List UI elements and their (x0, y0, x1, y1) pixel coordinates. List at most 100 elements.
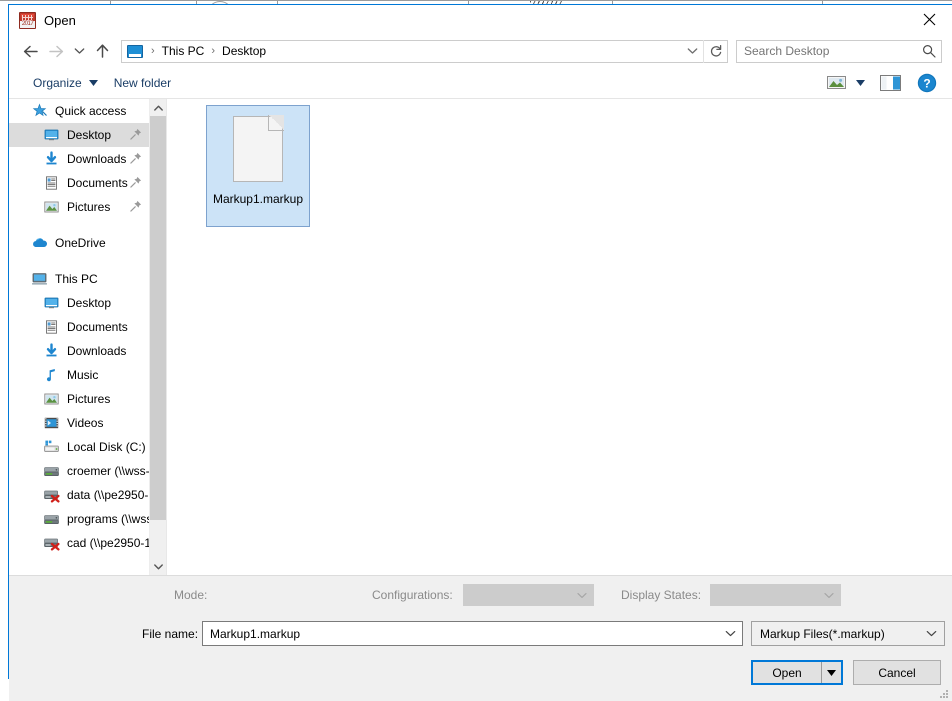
sidebar-item-cad-pe2950-1[interactable]: cad (\\pe2950-1) (9, 531, 150, 555)
title-bar: 2017 Open (9, 5, 952, 35)
downloads-icon (43, 151, 60, 167)
sidebar-item-label: Downloads (67, 344, 127, 358)
sidebar-item-documents[interactable]: Documents (9, 171, 150, 195)
sidebar-item-label: programs (\\wss (67, 512, 150, 526)
chevron-down-icon (725, 631, 735, 637)
help-button[interactable]: ? (910, 71, 944, 95)
sidebar-item-pictures[interactable]: Pictures (9, 387, 150, 411)
resize-grip-icon[interactable] (937, 687, 949, 699)
this-pc-icon (31, 271, 48, 287)
view-options-button[interactable] (822, 71, 850, 95)
open-button-label[interactable]: Open (753, 662, 821, 683)
scrollbar-thumb[interactable] (150, 116, 166, 520)
solidworks-2017-icon: 2017 (19, 11, 36, 29)
new-folder-button[interactable]: New folder (106, 72, 179, 94)
sidebar-item-downloads[interactable]: Downloads (9, 147, 150, 171)
search-input[interactable] (737, 43, 917, 59)
svg-text:?: ? (923, 76, 930, 90)
preview-pane-button[interactable] (870, 71, 910, 95)
sidebar-item-desktop[interactable]: Desktop (9, 291, 150, 315)
downloads-icon (46, 343, 57, 357)
sidebar-item-data-pe2950-1[interactable]: data (\\pe2950-1 (9, 483, 150, 507)
pin-icon[interactable] (130, 152, 142, 168)
breadcrumb-separator: › (211, 45, 216, 57)
back-button[interactable] (17, 38, 43, 64)
forward-button[interactable] (43, 38, 69, 64)
scroll-down-button[interactable] (150, 558, 166, 575)
pictures-icon (44, 201, 59, 213)
sidebar-item-label: Downloads (67, 152, 127, 166)
view-layout-icon (826, 76, 846, 89)
search-box[interactable] (736, 39, 942, 63)
documents-icon (46, 320, 57, 334)
search-button[interactable] (917, 44, 941, 58)
address-dropdown-button[interactable] (681, 41, 703, 62)
chevron-up-icon (153, 105, 163, 111)
desktop-icon (44, 129, 59, 141)
sidebar-item-this-pc[interactable]: This PC (9, 267, 150, 291)
navigation-pane: Quick access Desktop Downloads Documents Pic… (9, 99, 167, 575)
sidebar-item-label: Quick access (55, 104, 127, 118)
recent-locations-button[interactable] (69, 38, 89, 64)
pin-icon[interactable] (130, 128, 142, 144)
display-states-combo (710, 584, 841, 606)
filename-field[interactable] (202, 621, 743, 646)
breadcrumb-separator: › (151, 45, 155, 57)
sidebar-item-programs-wss[interactable]: programs (\\wss (9, 507, 150, 531)
network-drive-disconnected-icon (43, 487, 60, 503)
sidebar-item-croemer-wss[interactable]: croemer (\\wss- (9, 459, 150, 483)
star-pin-icon (32, 103, 47, 117)
sidebar-item-label: Pictures (67, 392, 111, 406)
open-button-dropdown[interactable] (821, 662, 841, 683)
downloads-icon (43, 343, 60, 359)
address-bar[interactable]: › This PC › Desktop (121, 39, 728, 63)
organize-button[interactable]: Organize (25, 72, 106, 94)
breadcrumb-desktop[interactable]: Desktop (219, 44, 269, 58)
filename-dropdown-button[interactable] (718, 630, 742, 637)
file-list-pane[interactable]: Markup1.markup (167, 99, 952, 575)
sidebar-item-downloads[interactable]: Downloads (9, 339, 150, 363)
chevron-down-icon (154, 563, 163, 569)
file-type-filter-combo[interactable]: Markup Files(*.markup) (751, 621, 945, 646)
sidebar-item-onedrive[interactable]: OneDrive (9, 231, 150, 255)
desktop-icon (44, 297, 59, 309)
sidebar-item-label: Music (67, 368, 99, 382)
refresh-button[interactable] (703, 39, 727, 63)
file-item[interactable]: Markup1.markup (206, 105, 310, 227)
scroll-up-button[interactable] (150, 99, 166, 116)
videos-icon (44, 417, 59, 429)
cancel-button[interactable]: Cancel (853, 660, 941, 685)
music-icon (46, 369, 55, 382)
network-drive-icon (43, 463, 60, 479)
file-type-filter-value: Markup Files(*.markup) (760, 626, 885, 641)
sidebar-item-documents[interactable]: Documents (9, 315, 150, 339)
file-type-filter-dropdown[interactable] (918, 630, 944, 637)
chevron-down-icon (74, 48, 84, 54)
network-drive-disconnected-icon (44, 490, 60, 503)
pin-icon (130, 176, 142, 188)
close-button[interactable] (906, 5, 952, 34)
up-button[interactable] (89, 38, 115, 64)
file-item-label: Markup1.markup (212, 192, 304, 206)
background-window-edge (0, 0, 952, 1)
preview-pane-icon (879, 74, 901, 91)
caret-down-icon (827, 669, 836, 676)
navigation-scrollbar[interactable] (149, 99, 166, 575)
open-button[interactable]: Open (751, 660, 843, 685)
pin-icon[interactable] (130, 200, 142, 216)
breadcrumb-this-pc[interactable]: This PC (159, 44, 208, 58)
generic-document-icon (233, 115, 284, 182)
organize-label: Organize (33, 75, 82, 90)
new-folder-label: New folder (113, 75, 172, 90)
sidebar-item-desktop[interactable]: Desktop (9, 123, 150, 147)
sidebar-item-music[interactable]: Music (9, 363, 150, 387)
sidebar-item-quick-access[interactable]: Quick access (9, 99, 150, 123)
sidebar-item-label: cad (\\pe2950-1) (67, 536, 150, 550)
sidebar-item-pictures[interactable]: Pictures (9, 195, 150, 219)
pin-icon[interactable] (130, 176, 142, 192)
view-options-dropdown[interactable] (850, 71, 870, 95)
sidebar-item-local-disk-c[interactable]: Local Disk (C:) (9, 435, 150, 459)
sidebar-item-videos[interactable]: Videos (9, 411, 150, 435)
pictures-icon (44, 393, 59, 405)
filename-input[interactable] (203, 625, 718, 642)
